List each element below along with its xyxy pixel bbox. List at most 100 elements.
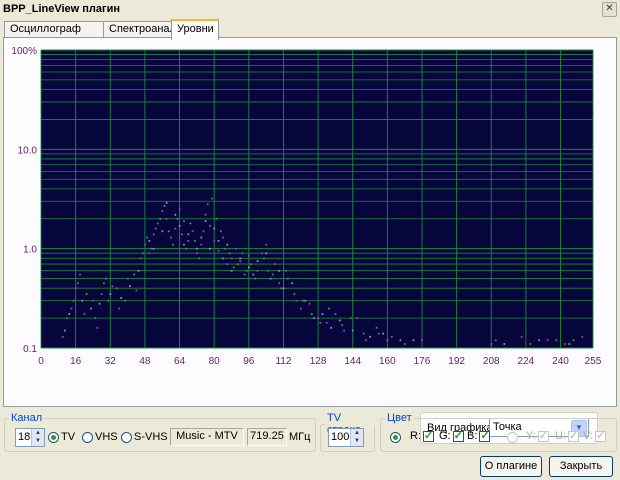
data-point [144, 243, 146, 246]
data-point [74, 287, 77, 290]
data-point [308, 302, 311, 305]
data-point [351, 329, 354, 332]
data-point [490, 343, 493, 345]
data-point [105, 277, 107, 280]
radio-svhs[interactable]: S-VHS [121, 430, 168, 444]
data-point [219, 230, 222, 233]
close-window-button[interactable]: ✕ [602, 2, 617, 17]
data-point [96, 326, 99, 329]
checkbox-y-label: Y: [526, 430, 536, 442]
data-point [98, 302, 101, 305]
data-point [94, 317, 97, 320]
data-point [178, 224, 181, 227]
radio-circle-icon[interactable] [390, 431, 401, 443]
data-point [284, 269, 287, 272]
data-point [282, 287, 285, 290]
checkbox-y[interactable]: Y: [526, 429, 549, 442]
data-point [278, 269, 281, 272]
about-plugin-button[interactable]: О плагине [480, 456, 542, 477]
radio-circle-icon[interactable] [507, 431, 518, 443]
data-point [412, 339, 415, 342]
radio-vhs[interactable]: VHS [82, 430, 118, 444]
data-point [230, 257, 233, 260]
frequency-unit: МГц [289, 431, 311, 443]
data-point [555, 339, 558, 342]
data-point [148, 252, 151, 255]
data-point [278, 282, 281, 285]
data-point [70, 307, 73, 310]
data-point [224, 247, 226, 250]
data-point [204, 220, 207, 222]
data-point [269, 277, 272, 280]
frequency-value: 719.25 [247, 428, 287, 446]
x-tick-label: 128 [310, 356, 327, 367]
checkbox-b-label: B: [467, 430, 478, 442]
checkbox-v[interactable]: V: [583, 429, 606, 442]
checkmark-icon[interactable] [595, 429, 606, 442]
checkmark-icon[interactable] [423, 429, 434, 442]
data-point [312, 317, 315, 320]
channel-number-stepper[interactable]: 18 ▲ ▼ [15, 428, 45, 447]
data-point [61, 335, 64, 338]
radio-tv[interactable]: TV [48, 430, 75, 444]
radio-rgb[interactable] [390, 430, 401, 444]
data-point [152, 247, 155, 250]
checkbox-g[interactable]: G: [439, 429, 464, 442]
data-point [343, 329, 346, 332]
tab-spectrum-analyzer[interactable]: Спектроанализатор [103, 21, 210, 38]
data-point [72, 299, 75, 302]
data-point [217, 250, 220, 252]
data-point [362, 332, 365, 335]
data-point [226, 263, 229, 266]
checkbox-r[interactable]: R: [410, 429, 434, 442]
tab-levels[interactable]: Уровни [171, 19, 219, 40]
data-point [386, 339, 389, 342]
x-tick-label: 240 [552, 356, 569, 367]
data-point [170, 236, 172, 239]
data-point [338, 319, 341, 322]
close-button[interactable]: Закрыть [549, 456, 613, 477]
y-tick-label: 1.0 [23, 245, 37, 256]
data-point [120, 297, 123, 299]
data-point [243, 273, 246, 276]
checkmark-icon[interactable] [452, 429, 464, 442]
y-tick-label: 100% [11, 46, 37, 57]
checkmark-icon[interactable] [537, 429, 549, 442]
data-point [382, 332, 385, 335]
channel-legend: Канал [11, 412, 43, 424]
radio-circle-icon[interactable] [121, 431, 132, 443]
spin-arrows-icon[interactable]: ▲ ▼ [31, 429, 44, 446]
x-tick-label: 80 [209, 356, 221, 367]
data-point [399, 339, 402, 342]
data-point [126, 277, 129, 280]
radio-vhs-label: VHS [95, 431, 118, 443]
data-point [256, 260, 259, 263]
checkmark-icon[interactable] [568, 429, 579, 442]
checkbox-u[interactable]: U: [555, 429, 579, 442]
x-tick-label: 16 [70, 356, 82, 367]
data-point [222, 236, 224, 239]
radio-circle-icon[interactable] [82, 431, 93, 443]
checkmark-icon[interactable] [479, 429, 491, 442]
data-point [174, 213, 177, 216]
data-point [178, 208, 181, 211]
x-tick-label: 176 [414, 356, 431, 367]
data-point [248, 266, 250, 269]
tab-oscilloscope[interactable]: Осциллограф [4, 21, 106, 38]
data-point [163, 205, 166, 207]
checkbox-b[interactable]: B: [467, 429, 491, 442]
data-point [77, 282, 79, 285]
data-point [520, 335, 523, 338]
data-point [280, 287, 283, 290]
data-point [390, 335, 393, 338]
data-point [183, 243, 185, 246]
radio-circle-icon[interactable] [48, 431, 59, 443]
color-legend: Цвет [387, 412, 412, 424]
data-point [200, 243, 203, 246]
spin-arrows-icon[interactable]: ▲ ▼ [350, 429, 363, 446]
data-point [256, 269, 259, 272]
radio-yuv[interactable] [507, 430, 518, 444]
data-point [102, 282, 105, 285]
tv-line-stepper[interactable]: 100 ▲ ▼ [328, 428, 364, 447]
x-tick-label: 160 [379, 356, 396, 367]
